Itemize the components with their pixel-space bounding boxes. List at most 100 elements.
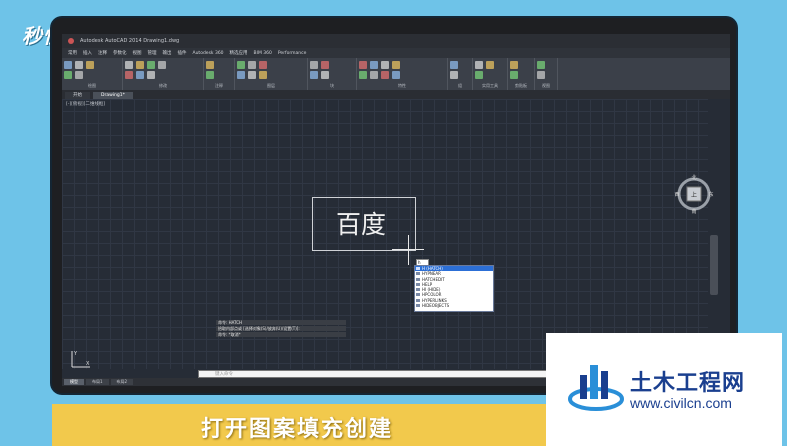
command-icon bbox=[416, 277, 420, 281]
ribbon-group-5: 特性 bbox=[357, 58, 448, 90]
ribbon-tool-icon[interactable] bbox=[392, 71, 400, 79]
ribbon-tool-icon[interactable] bbox=[75, 71, 83, 79]
app-icon[interactable] bbox=[68, 38, 74, 44]
autocomplete-item-label: HATCHEDIT bbox=[422, 276, 445, 282]
ribbon-tab-8[interactable]: Autodesk 360 bbox=[193, 51, 224, 56]
ribbon-tool-icon[interactable] bbox=[125, 61, 133, 69]
ribbon-tool-icon[interactable] bbox=[450, 61, 458, 69]
ribbon-tool-icon[interactable] bbox=[359, 61, 367, 69]
ribbon-tool-icon[interactable] bbox=[370, 71, 378, 79]
ribbon-tool-icon[interactable] bbox=[64, 61, 72, 69]
layout-tab-1[interactable]: 布局1 bbox=[86, 379, 109, 385]
ribbon-tool-icon[interactable] bbox=[147, 71, 155, 79]
ribbon-tab-bar: 常用 插入 注释 参数化 视图 管理 输出 插件 Autodesk 360 精选应用 BIM 360… bbox=[62, 48, 730, 58]
layout-tab-0[interactable]: 模型 bbox=[64, 379, 84, 385]
ribbon-panel: 绘图 修改 注释 图层块特性组实用工具 剪贴板 视图 bbox=[62, 58, 730, 90]
ribbon-group-label[interactable]: 绘图 bbox=[62, 83, 122, 89]
ribbon-tool-icon[interactable] bbox=[136, 71, 144, 79]
ribbon-tab-3[interactable]: 参数化 bbox=[113, 50, 127, 56]
ribbon-tool-icon[interactable] bbox=[158, 61, 166, 69]
ribbon-tool-icon[interactable] bbox=[125, 71, 133, 79]
ribbon-group-label[interactable]: 实用工具 bbox=[473, 83, 507, 89]
ribbon-tool-icon[interactable] bbox=[475, 61, 483, 69]
ribbon-tool-icon[interactable] bbox=[321, 71, 329, 79]
ribbon-group-label[interactable]: 视图 bbox=[535, 83, 557, 89]
civilcn-logo-icon bbox=[568, 365, 624, 411]
ribbon-group-label[interactable]: 块 bbox=[308, 83, 356, 89]
viewcube-north: 北 bbox=[691, 174, 696, 181]
svg-text:Y: Y bbox=[73, 351, 78, 357]
ribbon-tool-icon[interactable] bbox=[147, 61, 155, 69]
document-tab-1[interactable]: Drawing1* bbox=[93, 92, 133, 99]
ribbon-tool-icon[interactable] bbox=[537, 71, 545, 79]
ribbon-tool-icon[interactable] bbox=[510, 61, 518, 69]
autocomplete-item[interactable]: HIDEOBJECTS bbox=[415, 303, 493, 308]
ribbon-tool-icon[interactable] bbox=[370, 61, 378, 69]
ribbon-tab-6[interactable]: 输出 bbox=[163, 50, 172, 56]
viewcube[interactable]: 上 北 南 东 西 bbox=[674, 174, 714, 214]
ribbon-group-label[interactable]: 剪贴板 bbox=[508, 83, 534, 89]
ribbon-tool-icon[interactable] bbox=[381, 71, 389, 79]
autocomplete-item-label: HYPNEAR bbox=[422, 271, 441, 277]
ribbon-tool-icon[interactable] bbox=[86, 61, 94, 69]
ribbon-tool-icon[interactable] bbox=[450, 71, 458, 79]
drawing-canvas[interactable]: [-][俯视][二维线框] 上 北 南 东 西 百度 h H (HATCH) HY… bbox=[62, 99, 718, 369]
ribbon-tab-2[interactable]: 注释 bbox=[98, 50, 107, 56]
autocomplete-item-label: H (HATCH) bbox=[422, 266, 443, 271]
video-caption: 打开图案填充创建 bbox=[200, 417, 393, 442]
svg-text:X: X bbox=[86, 361, 90, 367]
navigation-bar[interactable] bbox=[710, 235, 718, 295]
ribbon-group-label[interactable]: 修改 bbox=[123, 83, 203, 89]
document-tab-0[interactable]: 开始 bbox=[65, 92, 90, 99]
ribbon-group-label[interactable]: 图层 bbox=[235, 83, 307, 89]
ribbon-tool-icon[interactable] bbox=[310, 61, 318, 69]
ribbon-tool-icon[interactable] bbox=[392, 61, 400, 69]
autocomplete-list: H (HATCH) HYPNEAR HATCHEDIT HELP HI (HIDE) HP… bbox=[414, 265, 494, 312]
ribbon-tab-1[interactable]: 插入 bbox=[83, 50, 92, 56]
ribbon-tool-icon[interactable] bbox=[537, 61, 545, 69]
ribbon-tool-icon[interactable] bbox=[475, 71, 483, 79]
ribbon-tool-icon[interactable] bbox=[359, 71, 367, 79]
command-icon bbox=[416, 272, 420, 276]
ribbon-tool-icon[interactable] bbox=[75, 61, 83, 69]
ribbon-tool-icon[interactable] bbox=[206, 71, 214, 79]
ribbon-tool-icon[interactable] bbox=[248, 71, 256, 79]
ribbon-group-4: 块 bbox=[308, 58, 357, 90]
ribbon-tool-icon[interactable] bbox=[64, 71, 72, 79]
ribbon-tab-4[interactable]: 视图 bbox=[133, 50, 142, 56]
ribbon-tool-icon[interactable] bbox=[237, 71, 245, 79]
title-bar: Autodesk AutoCAD 2014 Drawing1.dwg bbox=[62, 34, 730, 48]
canvas-text[interactable]: 百度 bbox=[336, 205, 386, 241]
command-history-line: 拾取内部点或 [选择对象(S)/放弃(U)/设置(T)]: bbox=[216, 326, 346, 331]
ribbon-tab-10[interactable]: BIM 360 bbox=[254, 51, 272, 56]
ribbon-group-0: 绘图 bbox=[62, 58, 123, 90]
ribbon-group-label[interactable]: 特性 bbox=[357, 83, 447, 89]
ribbon-group-6: 组 bbox=[448, 58, 473, 90]
ribbon-tool-icon[interactable] bbox=[248, 61, 256, 69]
autocomplete-item-label: HI (HIDE) bbox=[422, 287, 441, 293]
window-title: Autodesk AutoCAD 2014 Drawing1.dwg bbox=[80, 38, 180, 44]
ribbon-group-label[interactable]: 注释 bbox=[204, 83, 234, 89]
ribbon-tab-5[interactable]: 管理 bbox=[148, 50, 157, 56]
ribbon-tool-icon[interactable] bbox=[321, 61, 329, 69]
ribbon-tool-icon[interactable] bbox=[259, 61, 267, 69]
ribbon-tab-11[interactable]: Performance bbox=[278, 51, 307, 56]
command-icon bbox=[416, 288, 420, 292]
viewport-label[interactable]: [-][俯视][二维线框] bbox=[66, 101, 105, 107]
ribbon-tool-icon[interactable] bbox=[259, 71, 267, 79]
ribbon-tab-7[interactable]: 插件 bbox=[178, 50, 187, 56]
autocomplete-item-label: HYPERLINKS bbox=[422, 297, 447, 303]
ribbon-tool-icon[interactable] bbox=[310, 71, 318, 79]
ribbon-tab-0[interactable]: 常用 bbox=[68, 50, 77, 56]
ribbon-tool-icon[interactable] bbox=[486, 61, 494, 69]
ribbon-tab-9[interactable]: 精选应用 bbox=[230, 50, 248, 56]
command-input[interactable]: 键入命令 bbox=[198, 370, 554, 378]
ribbon-tool-icon[interactable] bbox=[237, 61, 245, 69]
ribbon-group-label[interactable]: 组 bbox=[448, 83, 472, 89]
ribbon-tool-icon[interactable] bbox=[381, 61, 389, 69]
layout-tab-2[interactable]: 布局2 bbox=[110, 379, 134, 385]
ribbon-tool-icon[interactable] bbox=[136, 61, 144, 69]
ribbon-tool-icon[interactable] bbox=[206, 61, 214, 69]
document-tabs: 开始 Drawing1* bbox=[62, 90, 730, 99]
ribbon-tool-icon[interactable] bbox=[510, 71, 518, 79]
